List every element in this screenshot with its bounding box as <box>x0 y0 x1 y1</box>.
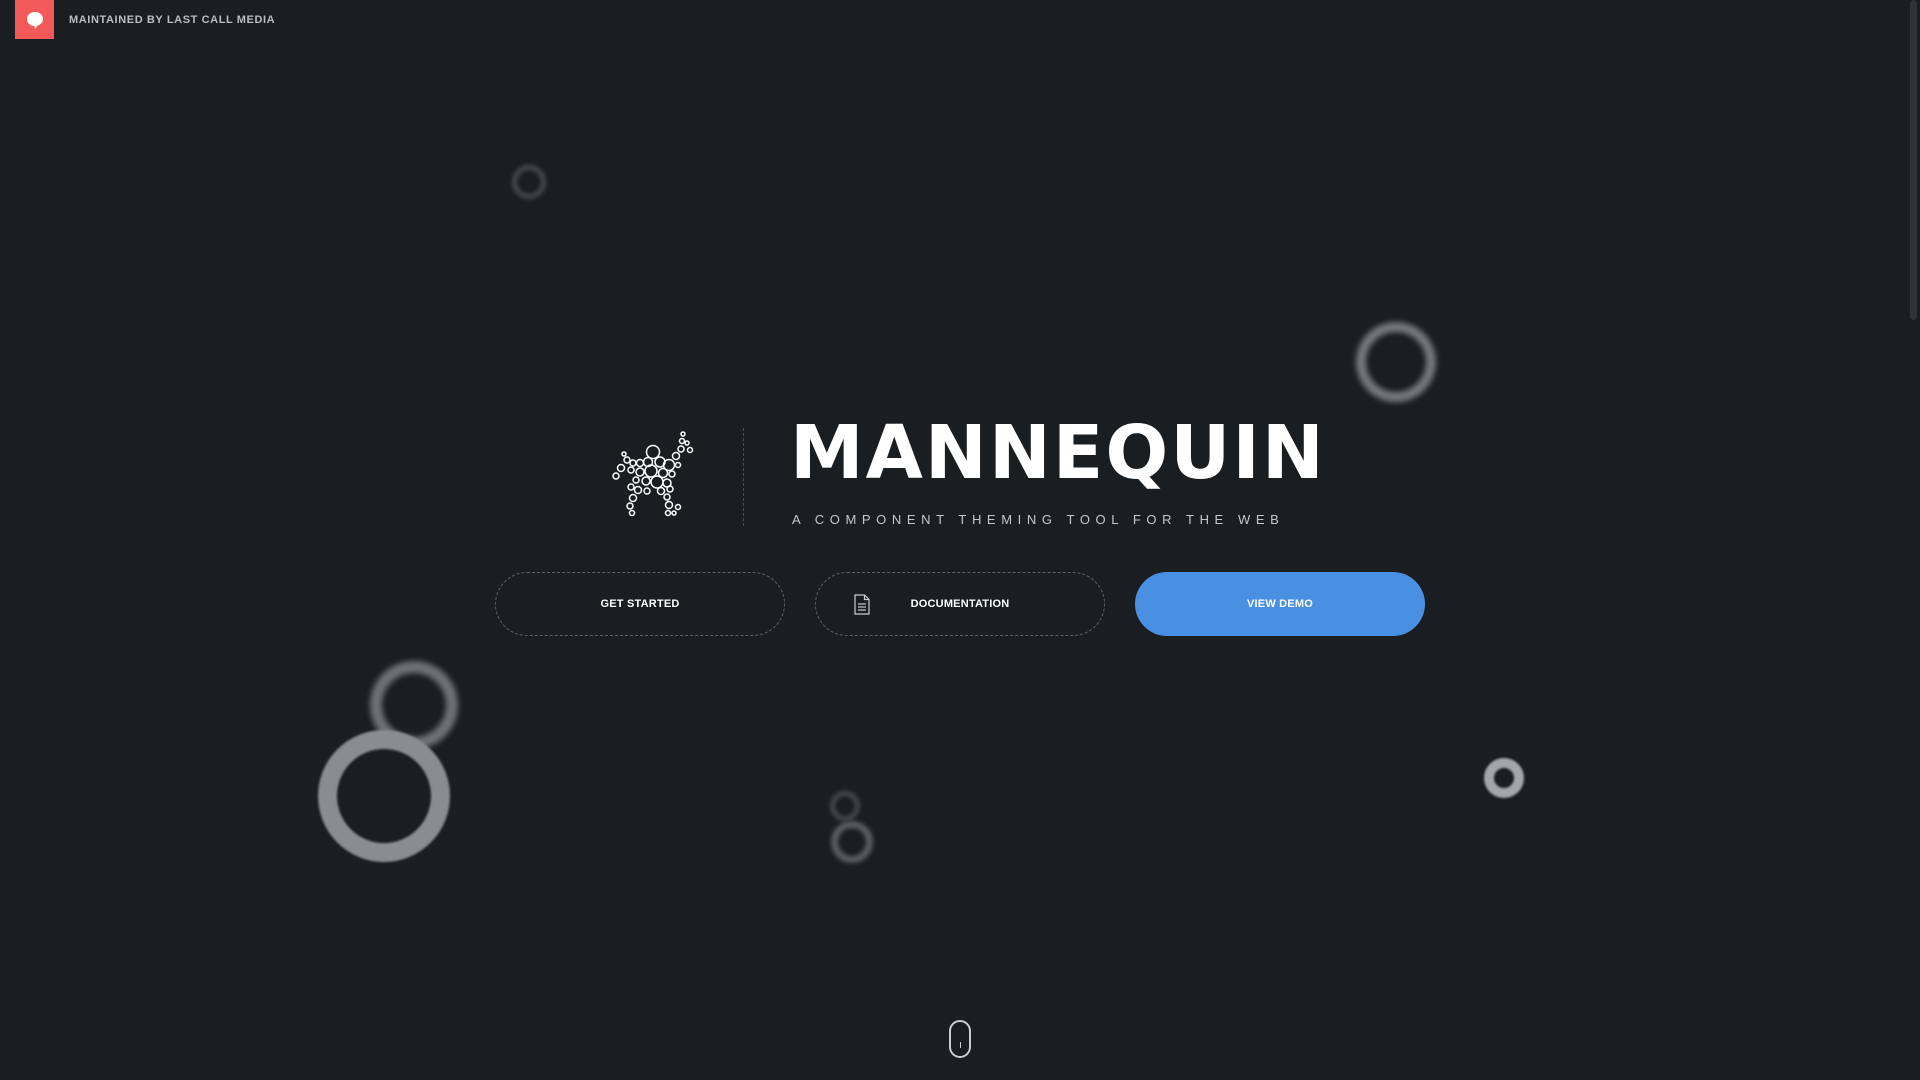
scrollbar[interactable] <box>1906 0 1920 1080</box>
tagline: A COMPONENT THEMING TOOL FOR THE WEB <box>792 512 1285 527</box>
bubble-figure-logo <box>612 431 694 517</box>
documentation-label: DOCUMENTATION <box>910 598 1010 610</box>
decorative-bubble <box>1484 758 1524 798</box>
speech-bubble-icon <box>26 11 43 29</box>
decorative-bubble <box>831 821 873 863</box>
get-started-button[interactable]: GET STARTED <box>495 572 785 636</box>
get-started-label: GET STARTED <box>600 598 680 610</box>
hero-divider <box>743 428 744 526</box>
view-demo-button[interactable]: VIEW DEMO <box>1135 572 1425 636</box>
decorative-bubble <box>318 730 450 862</box>
scroll-wheel-mark <box>960 1042 961 1048</box>
page-title: MANNEQUIN <box>790 410 1326 496</box>
scrollbar-thumb[interactable] <box>1910 0 1917 320</box>
mouse-scroll-icon[interactable] <box>949 1020 971 1058</box>
brand-badge[interactable] <box>15 0 54 39</box>
maintained-by-link[interactable]: MAINTAINED BY LAST CALL MEDIA <box>69 14 275 26</box>
view-demo-label: VIEW DEMO <box>1247 598 1313 610</box>
landing-page: MAINTAINED BY LAST CALL MEDIA MANNEQUIN … <box>0 0 1920 1080</box>
decorative-bubble <box>1356 322 1436 402</box>
documentation-button[interactable]: DOCUMENTATION <box>815 572 1105 636</box>
document-icon <box>854 594 870 615</box>
decorative-bubble <box>512 165 546 199</box>
decorative-bubble <box>830 791 860 821</box>
